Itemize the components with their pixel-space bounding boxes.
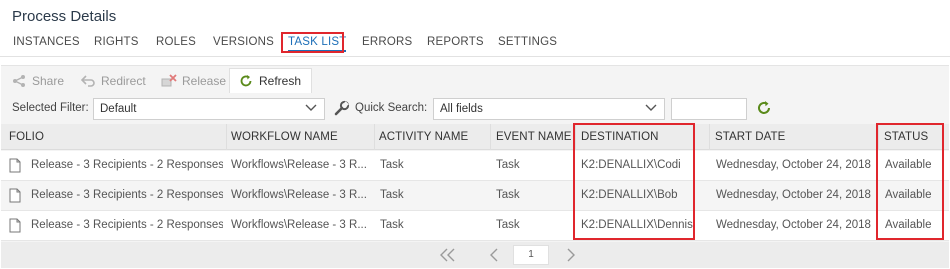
workflow-name-cell: Workflows\Release - 3 R... (231, 159, 367, 171)
wrench-icon (334, 100, 350, 116)
previous-page-icon[interactable] (485, 246, 503, 264)
table-row[interactable]: Release - 3 Recipients - 2 Responses Wor… (1, 211, 949, 241)
start-date-cell: Wednesday, October 24, 2018 (716, 159, 871, 171)
page-title: Process Details (12, 8, 117, 25)
column-divider (490, 124, 491, 150)
tab-settings[interactable]: SETTINGS (498, 36, 557, 48)
tab-versions[interactable]: VERSIONS (213, 36, 274, 48)
share-icon (11, 73, 27, 89)
refresh-icon (238, 73, 254, 89)
tab-roles[interactable]: ROLES (156, 36, 196, 48)
column-header-workflow-name[interactable]: WORKFLOW NAME (231, 131, 338, 143)
share-button[interactable]: Share (11, 68, 64, 93)
destination-column-highlight (573, 123, 695, 240)
quick-search-field-value: All fields (440, 103, 483, 115)
filter-row: Selected Filter: Default Quick Search: A… (1, 96, 949, 122)
column-divider (374, 124, 375, 150)
event-name-cell: Task (496, 159, 520, 171)
task-grid: Release - 3 Recipients - 2 Responses Wor… (1, 151, 949, 242)
refresh-label: Refresh (259, 74, 302, 88)
quick-search-input[interactable] (671, 98, 747, 120)
activity-name-cell: Task (380, 189, 404, 201)
workflow-name-cell: Workflows\Release - 3 R... (231, 189, 367, 201)
tab-rights[interactable]: RIGHTS (94, 36, 139, 48)
share-label: Share (32, 73, 65, 88)
event-name-cell: Task (496, 189, 520, 201)
tab-errors[interactable]: ERRORS (362, 36, 412, 48)
grid-header: FOLIO WORKFLOW NAME ACTIVITY NAME EVENT … (1, 124, 949, 150)
document-icon (9, 188, 21, 203)
folio-cell: Release - 3 Recipients - 2 Responses (31, 219, 223, 231)
toolbar: Share Redirect Release Refresh (1, 66, 949, 94)
workflow-name-cell: Workflows\Release - 3 R... (231, 219, 367, 231)
tab-reports[interactable]: REPORTS (427, 36, 484, 48)
release-icon (161, 73, 177, 89)
document-icon (9, 218, 21, 233)
current-page-number[interactable]: 1 (513, 245, 549, 265)
table-row[interactable]: Release - 3 Recipients - 2 Responses Wor… (1, 151, 949, 181)
activity-name-cell: Task (380, 219, 404, 231)
column-header-start-date[interactable]: START DATE (715, 131, 785, 143)
redirect-icon (80, 73, 96, 89)
release-label: Release (182, 73, 227, 88)
next-page-icon[interactable] (562, 246, 580, 264)
redirect-button[interactable]: Redirect (80, 68, 146, 93)
refresh-button[interactable]: Refresh (229, 68, 313, 93)
task-list-tab-highlight (281, 32, 344, 53)
column-header-activity-name[interactable]: ACTIVITY NAME (379, 131, 468, 143)
search-refresh-icon[interactable] (756, 100, 772, 116)
selected-filter-value: Default (100, 103, 137, 115)
folio-cell: Release - 3 Recipients - 2 Responses (31, 159, 223, 171)
activity-name-cell: Task (380, 159, 404, 171)
quick-search-field-dropdown[interactable]: All fields (433, 98, 665, 120)
first-page-icon[interactable] (439, 246, 457, 264)
start-date-cell: Wednesday, October 24, 2018 (716, 189, 871, 201)
pager: 1 (1, 242, 949, 268)
status-column-highlight (876, 123, 944, 240)
event-name-cell: Task (496, 219, 520, 231)
task-list-panel: Share Redirect Release Refresh Selected … (1, 65, 949, 268)
chevron-down-icon (304, 101, 318, 115)
document-icon (9, 158, 21, 173)
tab-bar: INSTANCES RIGHTS ROLES VERSIONS TASK LIS… (0, 33, 950, 57)
quick-search-label: Quick Search: (355, 102, 428, 114)
table-row[interactable]: Release - 3 Recipients - 2 Responses Wor… (1, 181, 949, 211)
redirect-label: Redirect (101, 73, 146, 88)
column-header-event-name[interactable]: EVENT NAME (496, 131, 572, 143)
folio-cell: Release - 3 Recipients - 2 Responses (31, 189, 223, 201)
selected-filter-label: Selected Filter: (12, 102, 89, 114)
release-button[interactable]: Release (161, 68, 226, 93)
column-divider (709, 124, 710, 150)
column-header-folio[interactable]: FOLIO (9, 131, 44, 143)
selected-filter-dropdown[interactable]: Default (93, 98, 325, 120)
column-divider (226, 124, 227, 150)
tab-instances[interactable]: INSTANCES (13, 36, 80, 48)
chevron-down-icon (644, 101, 658, 115)
start-date-cell: Wednesday, October 24, 2018 (716, 219, 871, 231)
